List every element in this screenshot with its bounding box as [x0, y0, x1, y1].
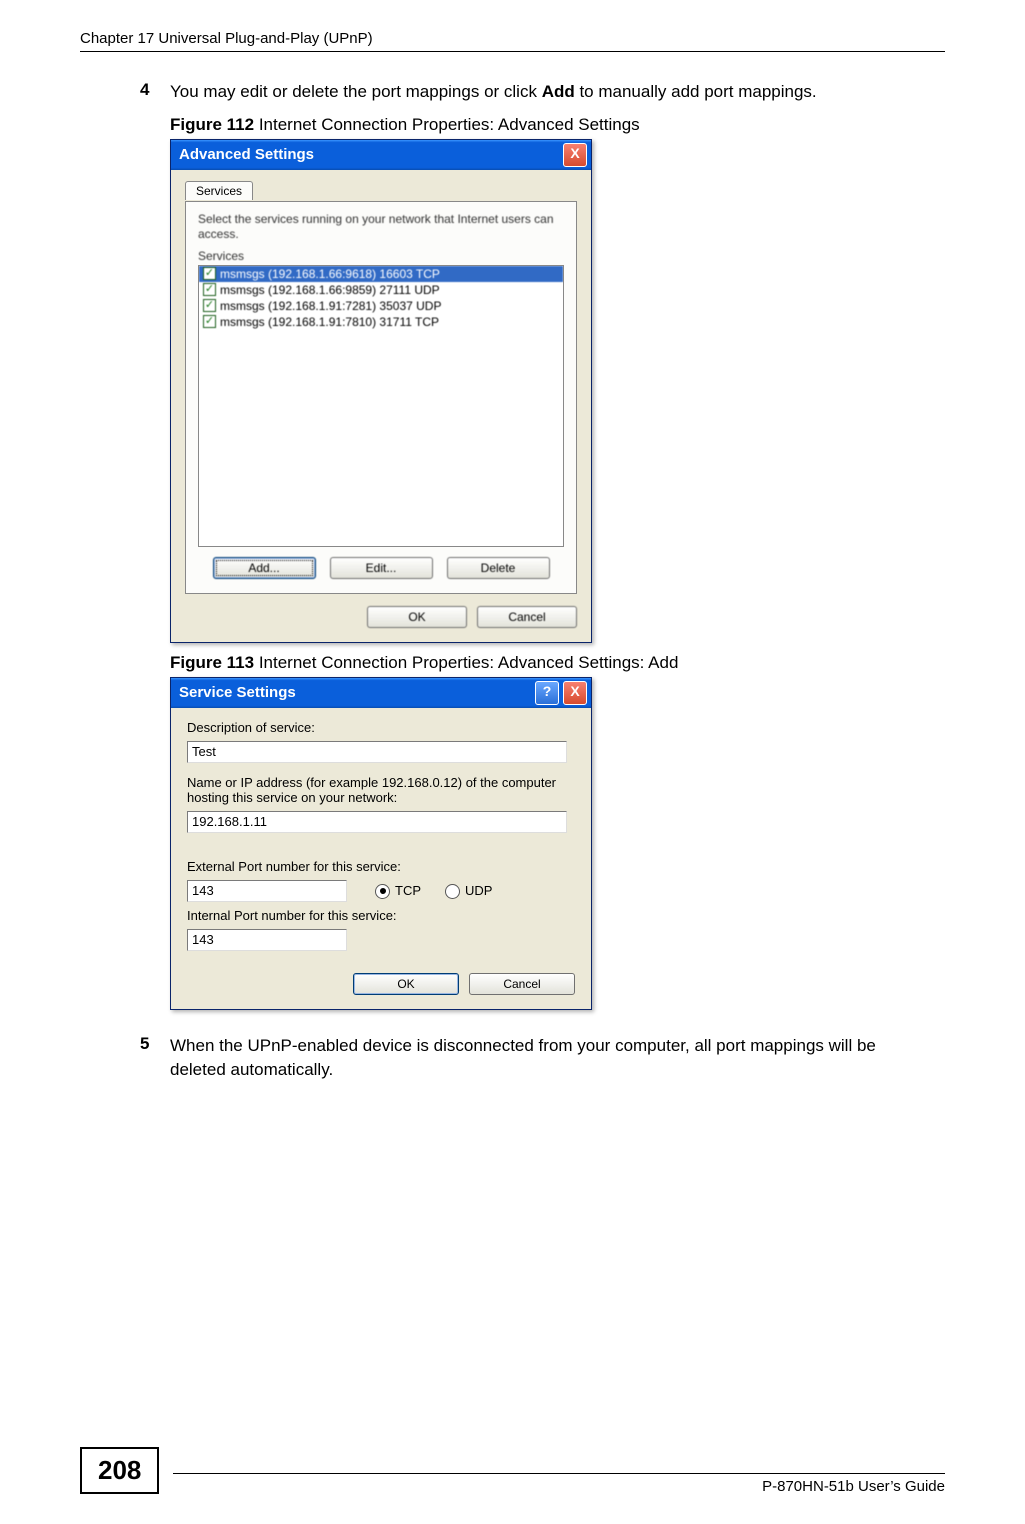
step-number: 5 — [140, 1034, 170, 1083]
guide-name: P-870HN-51b User’s Guide — [762, 1478, 945, 1495]
internal-port-label: Internal Port number for this service: — [187, 908, 575, 923]
list-item[interactable]: ✓ msmsgs (192.168.1.66:9618) 16603 TCP — [199, 266, 563, 282]
step-4: 4 You may edit or delete the port mappin… — [140, 80, 935, 105]
figure-text: Internet Connection Properties: Advanced… — [259, 115, 640, 134]
services-label: Services — [198, 249, 564, 263]
services-listbox[interactable]: ✓ msmsgs (192.168.1.66:9618) 16603 TCP ✓… — [198, 265, 564, 547]
advanced-settings-dialog: Advanced Settings X Services Select the … — [170, 139, 592, 643]
external-port-label: External Port number for this service: — [187, 859, 575, 874]
figure-text: Internet Connection Properties: Advanced… — [259, 653, 679, 672]
figure-label: Figure 113 — [170, 653, 259, 672]
list-item-label: msmsgs (192.168.1.91:7810) 31711 TCP — [220, 315, 439, 329]
text-post: to manually add port mappings. — [575, 82, 817, 101]
protocol-radio-group: TCP UDP — [375, 883, 492, 899]
delete-button[interactable]: Delete — [447, 557, 550, 579]
instruction-text: Select the services running on your netw… — [198, 212, 564, 243]
text-bold: Add — [542, 82, 575, 101]
internal-port-input[interactable] — [187, 929, 347, 951]
add-button[interactable]: Add... — [213, 557, 316, 579]
text-pre: You may edit or delete the port mappings… — [170, 82, 542, 101]
ok-button[interactable]: OK — [367, 606, 467, 628]
figure-label: Figure 112 — [170, 115, 259, 134]
cancel-button[interactable]: Cancel — [477, 606, 577, 628]
ok-button[interactable]: OK — [353, 973, 459, 995]
description-input[interactable] — [187, 741, 567, 763]
titlebar[interactable]: Service Settings ? X — [171, 678, 591, 708]
dialog-title: Service Settings — [179, 684, 296, 701]
services-tab-panel: Select the services running on your netw… — [185, 201, 577, 594]
radio-on-icon — [375, 884, 390, 899]
host-input[interactable] — [187, 811, 567, 833]
service-settings-dialog: Service Settings ? X Description of serv… — [170, 677, 592, 1010]
figure-112-caption: Figure 112 Internet Connection Propertie… — [170, 115, 935, 135]
cancel-button[interactable]: Cancel — [469, 973, 575, 995]
radio-label: TCP — [395, 883, 421, 898]
description-label: Description of service: — [187, 720, 575, 735]
dialog-title: Advanced Settings — [179, 146, 314, 163]
checkbox-icon[interactable]: ✓ — [203, 315, 216, 328]
list-item[interactable]: ✓ msmsgs (192.168.1.66:9859) 27111 UDP — [199, 282, 563, 298]
tab-services[interactable]: Services — [185, 181, 253, 200]
checkbox-icon[interactable]: ✓ — [203, 299, 216, 312]
udp-radio[interactable]: UDP — [445, 883, 492, 899]
figure-113-caption: Figure 113 Internet Connection Propertie… — [170, 653, 935, 673]
tcp-radio[interactable]: TCP — [375, 883, 421, 899]
external-port-input[interactable] — [187, 880, 347, 902]
close-icon[interactable]: X — [563, 143, 587, 167]
step-text: You may edit or delete the port mappings… — [170, 80, 817, 105]
running-header: Chapter 17 Universal Plug-and-Play (UPnP… — [80, 30, 945, 52]
page-number: 208 — [80, 1447, 159, 1494]
step-text: When the UPnP-enabled device is disconne… — [170, 1034, 935, 1083]
list-item[interactable]: ✓ msmsgs (192.168.1.91:7281) 35037 UDP — [199, 298, 563, 314]
edit-button[interactable]: Edit... — [330, 557, 433, 579]
titlebar[interactable]: Advanced Settings X — [171, 140, 591, 170]
list-item-label: msmsgs (192.168.1.66:9859) 27111 UDP — [220, 283, 440, 297]
list-item-label: msmsgs (192.168.1.66:9618) 16603 TCP — [220, 267, 440, 281]
checkbox-icon[interactable]: ✓ — [203, 283, 216, 296]
list-item[interactable]: ✓ msmsgs (192.168.1.91:7810) 31711 TCP — [199, 314, 563, 330]
checkbox-icon[interactable]: ✓ — [203, 267, 216, 280]
radio-off-icon — [445, 884, 460, 899]
close-icon[interactable]: X — [563, 681, 587, 705]
page-footer: 208 P-870HN-51b User’s Guide — [0, 1447, 1025, 1494]
step-5: 5 When the UPnP-enabled device is discon… — [140, 1034, 935, 1083]
list-item-label: msmsgs (192.168.1.91:7281) 35037 UDP — [220, 299, 441, 313]
help-icon[interactable]: ? — [535, 681, 559, 705]
radio-label: UDP — [465, 883, 492, 898]
host-label: Name or IP address (for example 192.168.… — [187, 775, 575, 805]
step-number: 4 — [140, 80, 170, 105]
